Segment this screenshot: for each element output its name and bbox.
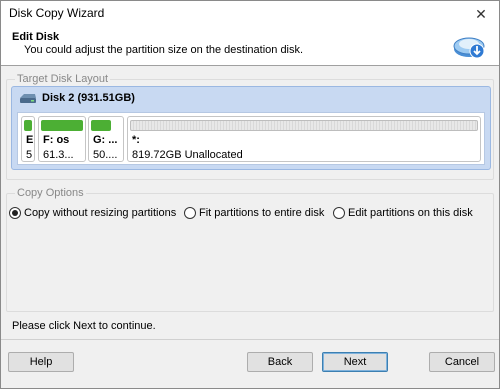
window-title: Disk Copy Wizard	[9, 6, 105, 20]
wizard-header: Edit Disk You could adjust the partition…	[1, 27, 499, 65]
partition-usage-bar	[41, 120, 83, 131]
radio-copy-without-resizing[interactable]: Copy without resizing partitions	[9, 207, 176, 219]
radio-selected-dot	[12, 210, 18, 216]
disk-copy-wizard-window: Disk Copy Wizard ✕ Edit Disk You could a…	[0, 0, 500, 389]
radio-circle[interactable]	[184, 207, 196, 219]
partition-label: F: os	[43, 134, 70, 146]
disk-panel[interactable]: Disk 2 (931.51GB) E 5 F: os 61.3... G: .…	[11, 86, 491, 170]
hint-text: Please click Next to continue.	[12, 320, 156, 332]
radio-label: Edit partitions on this disk	[348, 207, 473, 219]
partition-usage-bar	[130, 120, 478, 131]
next-button[interactable]: Next	[322, 352, 388, 372]
partition-label: G: ...	[93, 134, 118, 146]
disk-header: Disk 2 (931.51GB)	[19, 92, 135, 104]
partition-size: 50....	[93, 149, 118, 161]
radio-circle[interactable]	[9, 207, 21, 219]
copy-options-group: Copy Options	[6, 187, 494, 312]
partition-usage-bar	[91, 120, 111, 131]
disk-copy-icon	[453, 37, 485, 59]
radio-label: Fit partitions to entire disk	[199, 207, 325, 219]
partition-size: 61.3...	[43, 149, 74, 161]
partition-label: *:	[132, 134, 140, 146]
partition-e[interactable]: E 5	[21, 116, 35, 162]
radio-label: Copy without resizing partitions	[24, 207, 177, 219]
partition-map: E 5 F: os 61.3... G: ... 50.... *: 819.7…	[17, 112, 485, 165]
partition-size: 819.72GB Unallocated	[132, 149, 243, 161]
hard-disk-icon	[20, 94, 36, 103]
partition-size: 5	[26, 149, 33, 161]
header-divider	[1, 65, 499, 66]
title-bar: Disk Copy Wizard ✕	[1, 1, 499, 27]
step-title: Edit Disk	[12, 31, 60, 43]
partition-label: E	[26, 134, 34, 146]
disk-label: Disk 2 (931.51GB)	[42, 92, 135, 104]
partition-unallocated[interactable]: *: 819.72GB Unallocated	[127, 116, 481, 162]
copy-options-legend: Copy Options	[17, 187, 84, 199]
back-button[interactable]: Back	[247, 352, 313, 372]
partition-g[interactable]: G: ... 50....	[88, 116, 124, 162]
radio-circle[interactable]	[333, 207, 345, 219]
partition-f[interactable]: F: os 61.3...	[38, 116, 86, 162]
target-disk-layout-legend: Target Disk Layout	[17, 73, 109, 85]
cancel-button[interactable]: Cancel	[429, 352, 495, 372]
radio-fit-partitions[interactable]: Fit partitions to entire disk	[184, 207, 324, 219]
step-subtitle: You could adjust the partition size on t…	[24, 44, 304, 56]
footer-divider	[1, 339, 499, 340]
close-icon[interactable]: ✕	[463, 1, 499, 27]
radio-edit-partitions[interactable]: Edit partitions on this disk	[333, 207, 473, 219]
help-button[interactable]: Help	[8, 352, 74, 372]
partition-usage-bar	[24, 120, 32, 131]
